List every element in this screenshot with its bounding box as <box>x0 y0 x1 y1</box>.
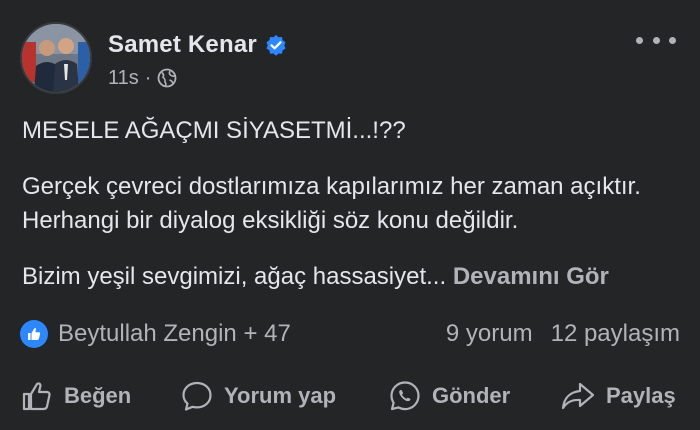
reactors-text[interactable]: Beytullah Zengin + 47 <box>58 320 291 348</box>
post-paragraph-last: Bizim yeşil sevgimizi, ağaç hassasiyet..… <box>22 260 682 294</box>
engagement-counts: 9 yorum 12 paylaşım <box>446 320 680 348</box>
reactions-row: Beytullah Zengin + 47 9 yorum 12 paylaşı… <box>20 318 680 350</box>
meta-separator: · <box>144 66 152 89</box>
avatar[interactable] <box>20 22 92 94</box>
post-paragraph: MESELE AĞAÇMI SİYASETMİ...!?? <box>22 117 406 144</box>
post-paragraph: Gerçek çevreci dostlarımıza kapılarımız … <box>22 173 641 234</box>
comment-count[interactable]: 9 yorum <box>446 320 533 348</box>
author-line: Samet Kenar <box>108 30 287 60</box>
share-button[interactable]: Paylaş <box>560 372 676 420</box>
share-arrow-icon <box>561 382 595 410</box>
more-options-icon[interactable] <box>636 28 676 52</box>
post-header: Samet Kenar 11s · <box>20 22 680 96</box>
send-button[interactable]: Gönder <box>388 372 510 420</box>
share-count[interactable]: 12 paylaşım <box>551 320 680 348</box>
see-more-link[interactable]: Devamını Gör <box>453 263 609 290</box>
like-button[interactable]: Beğen <box>20 372 131 420</box>
like-label: Beğen <box>64 383 132 408</box>
thumbs-up-icon <box>22 382 51 411</box>
author-name[interactable]: Samet Kenar <box>108 31 257 59</box>
share-label: Paylaş <box>606 383 676 408</box>
send-label: Gönder <box>432 383 511 408</box>
globe-icon <box>157 68 177 88</box>
post-paragraph-text: Bizim yeşil sevgimizi, ağaç hassasiyet..… <box>22 263 447 290</box>
facebook-post: Samet Kenar 11s · MESELE AĞAÇMI SİYASETM… <box>0 0 700 430</box>
dot <box>669 36 676 44</box>
post-meta: 11s · <box>108 66 177 90</box>
post-body: MESELE AĞAÇMI SİYASETMİ...!?? Gerçek çev… <box>22 114 682 316</box>
dot <box>636 36 643 44</box>
comment-label: Yorum yap <box>224 383 337 408</box>
dot <box>652 36 660 44</box>
comment-button[interactable]: Yorum yap <box>180 372 336 420</box>
action-bar: Beğen Yorum yap Gönder Paylaş <box>0 368 700 424</box>
post-time[interactable]: 11s <box>108 67 139 90</box>
comment-bubble-icon <box>182 381 212 411</box>
whatsapp-icon <box>390 381 420 411</box>
like-icon[interactable] <box>20 320 48 348</box>
verified-badge-icon <box>265 34 287 56</box>
